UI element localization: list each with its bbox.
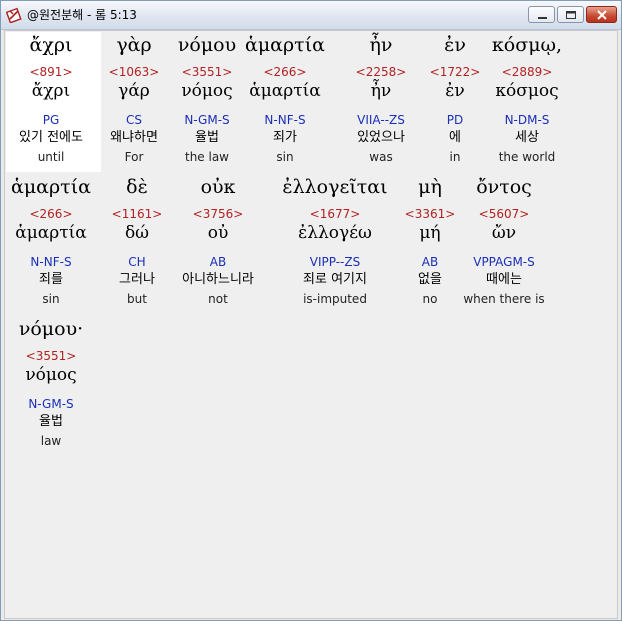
word-parse: AB [209,255,227,269]
title-bar[interactable]: @원전분해 - 롬 5:13 [1,1,621,30]
word-strong: <3756> [192,207,244,221]
word-parse: VPPAGM-S [473,255,535,269]
maximize-icon [566,11,576,19]
word-strong: <2889> [501,65,553,79]
word-lemma: νόμος [25,365,77,385]
word-lemma: κόσμος [495,81,559,101]
app-icon [5,7,22,24]
maximize-button[interactable] [557,6,584,23]
minimize-button[interactable] [528,6,555,23]
word-english: the world [498,150,556,164]
word-korean: 율법 [39,414,63,429]
window-title: @원전분해 - 롬 5:13 [27,8,137,22]
word-greek: νόμου· [18,318,84,340]
interlinear-panel: ἄχρι <891> ἄχρι PG 있기 전에도 until γὰρ <1063> γάρ CS… [4,30,618,619]
word-parse: N-GM-S [28,397,74,411]
close-icon [597,10,607,20]
word-korean: 아니하느니라 [182,272,254,287]
word-korean: 세상 [515,130,539,145]
word-strong: <3551> [25,349,77,363]
word-english: not [208,292,228,306]
word-english: when there is [463,292,545,306]
word-lemma: ὤν [491,223,517,243]
minimize-icon [538,17,547,19]
app-window: @원전분해 - 롬 5:13 ἄχρι <891> ἄχρι PG 있기 전에도 unti… [0,0,622,621]
word-parse: N-DM-S [504,113,550,127]
word-strong: <5607> [478,207,530,221]
word-korean: 때에는 [486,272,522,287]
word-greek: κόσμῳ, [491,34,563,56]
word-greek: ὄντος [476,176,532,198]
word-lemma: οὐ [207,223,229,243]
word-greek: οὐκ [200,176,236,198]
close-button[interactable] [586,6,617,23]
word-english: law [40,434,62,448]
